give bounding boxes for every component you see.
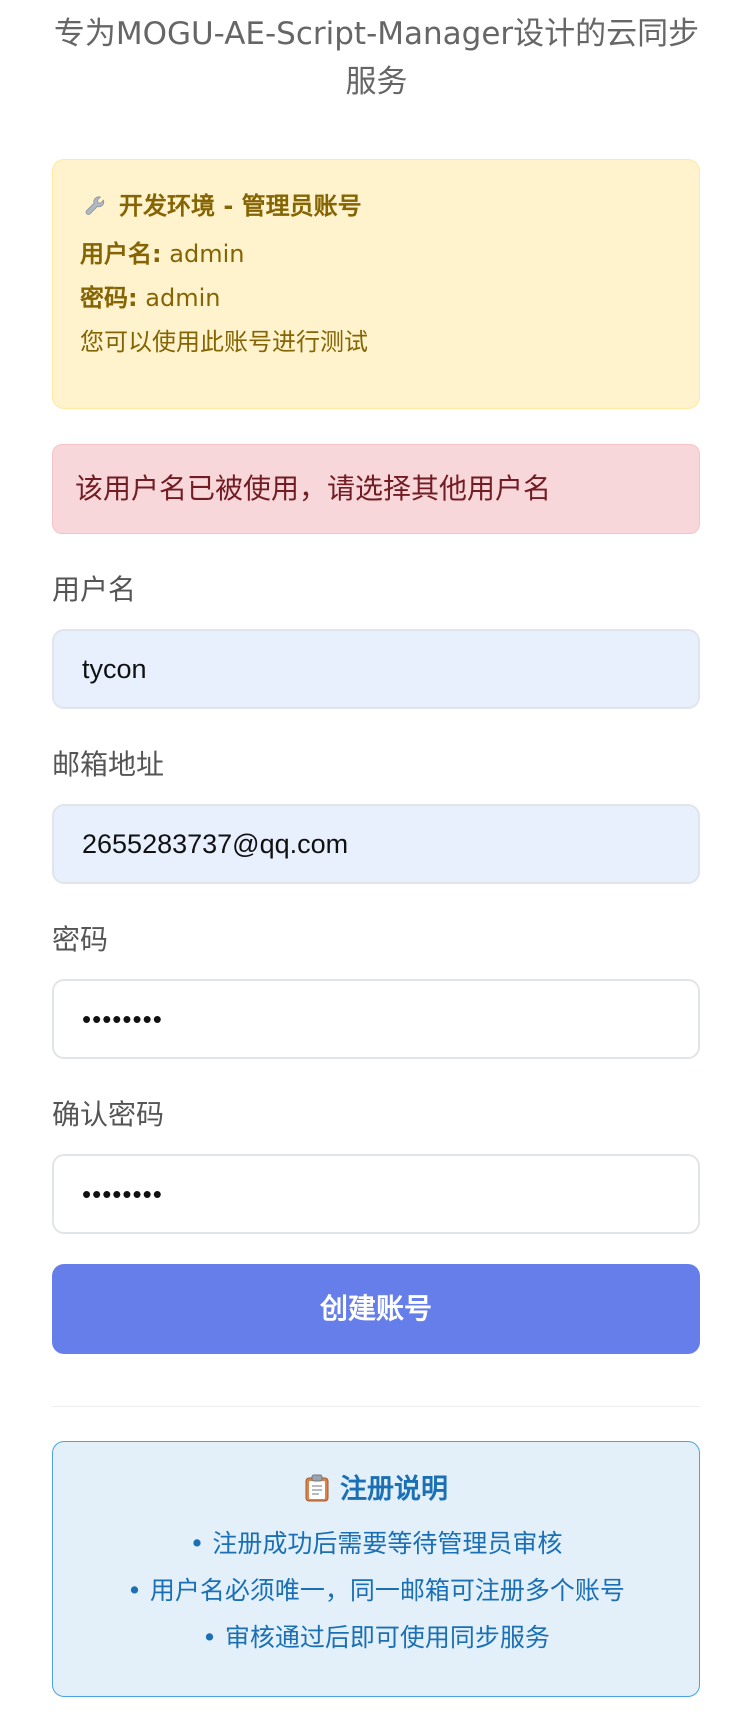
password-input[interactable]: •••••••• xyxy=(52,979,700,1059)
dev-username-label: 用户名: xyxy=(80,240,162,268)
email-input[interactable]: 2655283737@qq.com xyxy=(52,804,700,884)
dev-notice-title: 开发环境 - 管理员账号 xyxy=(83,190,362,222)
dev-notice-title-text: 开发环境 - 管理员账号 xyxy=(119,192,362,220)
error-alert: 该用户名已被使用，请选择其他用户名 xyxy=(52,444,700,534)
email-label: 邮箱地址 xyxy=(52,748,165,781)
register-page: 专为MOGU-AE-Script-Manager设计的云同步服务 开发环境 - … xyxy=(0,0,753,1716)
username-input[interactable]: tycon xyxy=(52,629,700,709)
clipboard-icon xyxy=(305,1474,329,1502)
dev-password-value: admin xyxy=(145,284,221,312)
confirm-password-input[interactable]: •••••••• xyxy=(52,1154,700,1234)
info-item: • 注册成功后需要等待管理员审核 xyxy=(189,1529,563,1558)
info-title-text: 注册说明 xyxy=(340,1474,448,1505)
username-label: 用户名 xyxy=(52,573,137,606)
confirm-password-label: 确认密码 xyxy=(52,1098,165,1131)
dev-password-line: 密码: admin xyxy=(80,282,220,314)
registration-info: 注册说明 • 注册成功后需要等待管理员审核 • 用户名必须唯一，同一邮箱可注册多… xyxy=(52,1441,700,1697)
page-subtitle: 专为MOGU-AE-Script-Manager设计的云同步服务 xyxy=(53,16,700,100)
dev-username-value: admin xyxy=(169,240,245,268)
divider xyxy=(52,1406,700,1407)
password-label: 密码 xyxy=(52,923,109,956)
dev-notice-hint: 您可以使用此账号进行测试 xyxy=(80,328,368,356)
dev-username-line: 用户名: admin xyxy=(80,238,244,270)
wrench-icon xyxy=(85,196,105,215)
info-title: 注册说明 xyxy=(53,1472,699,1508)
info-item: • 审核通过后即可使用同步服务 xyxy=(202,1623,550,1652)
dev-account-notice: 开发环境 - 管理员账号 用户名: admin 密码: admin 您可以使用此… xyxy=(52,159,700,409)
dev-password-label: 密码: xyxy=(80,284,138,312)
info-item: • 用户名必须唯一，同一邮箱可注册多个账号 xyxy=(127,1576,625,1605)
create-account-button[interactable]: 创建账号 xyxy=(52,1264,700,1354)
